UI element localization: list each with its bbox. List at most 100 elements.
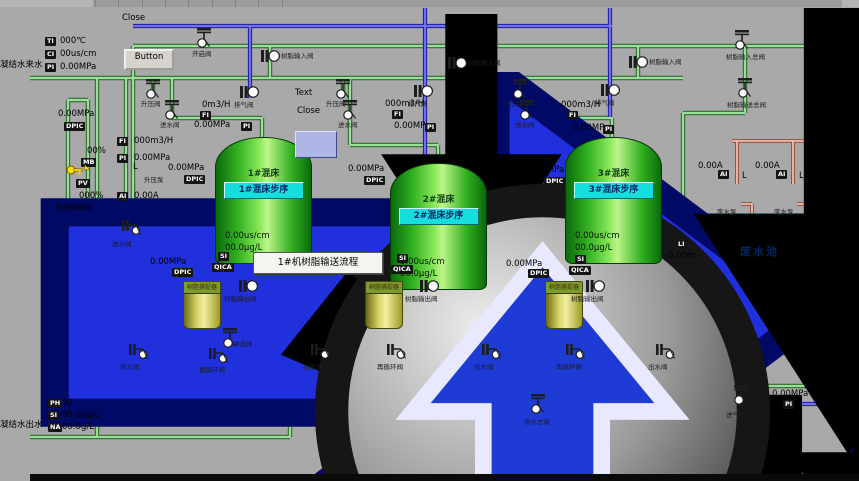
tank3-dp-value: 0.00MPa [528, 165, 564, 175]
li-tag: LI [676, 240, 687, 249]
tank3-resin-in-valve-label: 树脂输入阀 [649, 58, 682, 66]
tank3-flow-value: 000m3/H [561, 100, 600, 110]
dpic-tag: DPIC [528, 269, 549, 278]
na-tag: NA [48, 423, 62, 432]
waste-pump2-label: 废水泵 [774, 208, 794, 216]
inlet-temp-value: 000℃ [60, 36, 86, 46]
resin-trap-2: 树脂捕捉器 [365, 281, 403, 329]
tank1-drain-valve[interactable] [129, 344, 149, 364]
tank2-dp-value: 0.00MPa [348, 164, 384, 174]
tank2-step-button[interactable]: 2#混床步序 [399, 208, 479, 225]
inlet-stream-label: 凝结水来水 [0, 60, 43, 70]
fi-tag: FI [117, 137, 128, 146]
pump-l-mark: L [133, 162, 138, 172]
pi-tag: PI [783, 400, 794, 409]
tank3-outlet-valve-label: 出水阀 [648, 363, 668, 371]
pool-level-value: 0.00m [668, 251, 695, 261]
bypass-output-pct: 00% [87, 146, 106, 156]
tank2-outlet-valve[interactable] [482, 344, 502, 364]
tank1-conductivity: 0.00us/cm [225, 231, 270, 241]
waste-pump2-l-mark: L [799, 171, 804, 181]
tank1-outlet-valve[interactable] [311, 344, 331, 364]
tank2-recirc-valve-label: 再循环阀 [377, 363, 403, 371]
tank3-recirc-valve-label: 再循环阀 [556, 363, 582, 371]
tank3-outlet-valve[interactable] [656, 344, 676, 364]
pump-current-value: 0.00A [134, 191, 159, 201]
si-tag: SI [218, 252, 229, 261]
tank3-step-button[interactable]: 3#混床步序 [574, 182, 654, 199]
tank3-inlet-valve-label: 进水阀 [515, 121, 535, 129]
tank3-recirc-valve[interactable] [566, 344, 586, 364]
dpic-tag: DPIC [364, 176, 385, 185]
tank1-step-button[interactable]: 1#混床步序 [224, 182, 304, 199]
tank1-recirc-valve-label: 再循环阀 [199, 366, 225, 374]
ai-tag: AI [776, 170, 787, 179]
resin-in-stream-label: 树脂输入 [840, 38, 859, 48]
resin-trap-label: 树脂捕捉器 [546, 282, 582, 294]
tank2-recirc-valve[interactable] [387, 344, 407, 364]
outlet-sodium-value: 00.0g/L [62, 422, 94, 432]
tank3-resin-in-valve[interactable] [629, 54, 648, 73]
resin-transfer-main-valve[interactable] [737, 78, 753, 102]
pv-tag[interactable]: PV [76, 179, 90, 188]
close-status-text: Close [122, 13, 145, 23]
hmi-screen: Close Button TI 000℃ CI 00us/cm PI 0.00M… [0, 0, 859, 481]
air-main-valve[interactable] [733, 385, 749, 409]
tank1-flow-value: 0m3/H [202, 100, 230, 110]
si-tag: SI [48, 411, 59, 420]
tank2-outlet-valve-label: 出水阀 [474, 363, 494, 371]
plant-water-stream-label: 主厂水 [840, 396, 859, 406]
tank2-resin-in-valve[interactable] [448, 55, 467, 74]
resin-trap-label: 树脂捕捉器 [184, 282, 220, 294]
bypass-dp-value: 0.00MPa [58, 109, 94, 119]
pi-tag: PI [603, 125, 614, 134]
resin-input-main-valve[interactable] [734, 30, 750, 54]
tank1-title: 1#混床 [216, 166, 311, 179]
waste-pool-title: 废水池 [740, 243, 779, 259]
tank2-resin-in-valve-label: 树脂输入阀 [468, 59, 501, 67]
main-drain-valve[interactable] [530, 394, 546, 418]
ph-tag: PH [48, 399, 62, 408]
tank1-boost-valve-label: 升压阀 [141, 100, 161, 108]
trap1-dp-value: 0.00MPa [150, 257, 186, 267]
resin-input-main-valve-label: 树脂输入总阀 [726, 53, 765, 61]
bypass-pv-pct: 000% [79, 191, 103, 201]
pi-tag: PI [45, 63, 56, 72]
trap3-dp-value: 0.00MPa [506, 259, 542, 269]
text-widget-label: Text [295, 88, 312, 98]
close-widget-label: Close [297, 106, 320, 116]
button-control[interactable]: Button [124, 49, 174, 70]
open-valve[interactable] [196, 28, 212, 52]
tank3-title: 3#混床 [566, 166, 661, 179]
outlet-ph-value: 00 [62, 398, 73, 408]
dpic-tag: DPIC [172, 268, 193, 277]
ci-tag: CI [45, 50, 56, 59]
outlet-silica-value: 00.0μg/L [62, 410, 99, 420]
tank1-flush-valve-label: 冲洗阀 [233, 340, 253, 348]
main-drain-valve-label: 排水总阀 [524, 418, 550, 426]
pumpline-inlet-valve[interactable] [122, 220, 142, 240]
dpic-tag: DPIC [184, 175, 205, 184]
tank2-inlet-valve-label: 进水阀 [338, 121, 358, 129]
tank1-resin-in-valve[interactable] [261, 48, 280, 67]
pi-tag: PI [425, 123, 436, 132]
pumpline-inlet-valve-label: 进水阀 [112, 240, 132, 248]
si-tag: SI [397, 254, 408, 263]
ai-tag: AI [117, 192, 128, 201]
system-bypass-valve-label: 系统旁路阀 [55, 203, 93, 213]
ti-tag: TI [45, 37, 56, 46]
tank3-resin-out-valve-label: 树脂输出阀 [571, 295, 604, 303]
tank1-vent-valve-label: 排气阀 [234, 101, 254, 109]
open-valve-label: 开启阀 [192, 50, 212, 58]
top-toolbar [0, 0, 859, 7]
si-tag: SI [575, 255, 586, 264]
tank2-resin-out-valve-label: 树脂输出阀 [405, 295, 438, 303]
resin-trap-3: 树脂捕捉器 [545, 281, 583, 329]
flush-water-stream-label: 冲洗水 [840, 378, 859, 388]
qica-tag: QICA [212, 263, 234, 272]
resin-transfer-main-valve-label: 树脂输送总阀 [727, 101, 766, 109]
to-waste-stream-label: 至废水池 [840, 133, 859, 143]
tank1-resin-in-valve-label: 树脂输入阀 [281, 52, 314, 60]
pi-tag: PI [241, 122, 252, 131]
resin-trap-1: 树脂捕捉器 [183, 281, 221, 329]
